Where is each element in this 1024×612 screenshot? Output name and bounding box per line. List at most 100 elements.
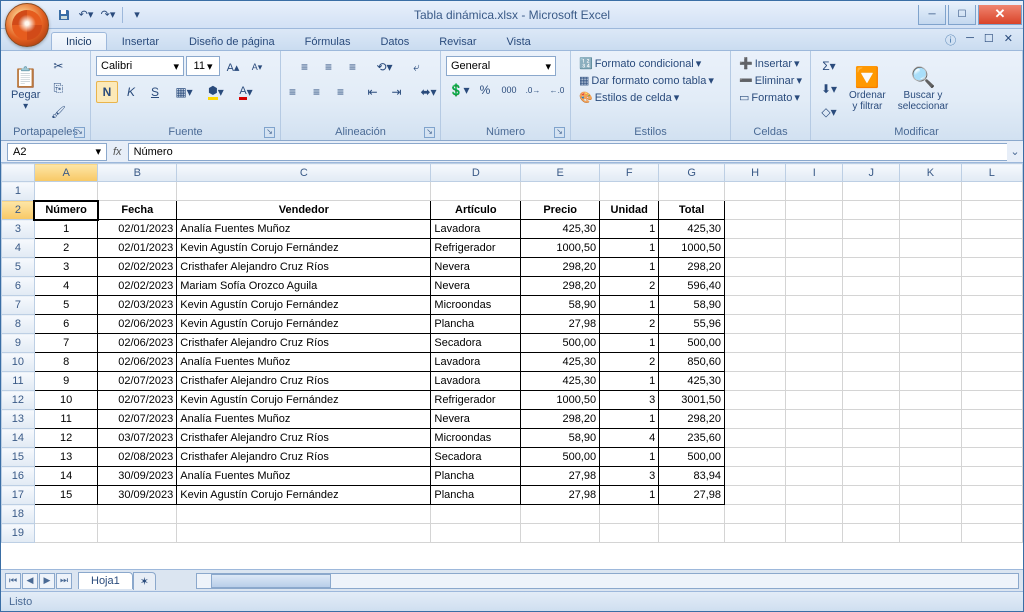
col-header[interactable]: I (786, 164, 843, 182)
cell[interactable] (34, 524, 98, 543)
cell[interactable]: 02/06/2023 (98, 315, 177, 334)
row-header[interactable]: 9 (2, 334, 35, 353)
cell[interactable]: 2 (600, 277, 659, 296)
row-header[interactable]: 4 (2, 239, 35, 258)
cell[interactable]: Refrigerador (431, 391, 521, 410)
cell[interactable] (724, 448, 785, 467)
cell[interactable]: 12 (34, 429, 98, 448)
cell[interactable] (900, 524, 961, 543)
cell[interactable] (786, 372, 843, 391)
sheet-tab[interactable]: Hoja1 (78, 572, 133, 589)
cell[interactable]: Secadora (431, 334, 521, 353)
cell[interactable] (724, 201, 785, 220)
cell[interactable]: 425,30 (521, 353, 600, 372)
cell[interactable] (961, 220, 1022, 239)
col-header[interactable]: E (521, 164, 600, 182)
cell[interactable] (843, 258, 900, 277)
delete-cells-button[interactable]: ➖Eliminar ▾ (736, 72, 805, 89)
col-header[interactable]: D (431, 164, 521, 182)
format-painter-icon[interactable]: 🖌 (47, 101, 69, 123)
tab-inicio[interactable]: Inicio (51, 32, 107, 50)
header-cell[interactable]: Total (659, 201, 725, 220)
cell[interactable] (900, 486, 961, 505)
cell[interactable]: 298,20 (521, 258, 600, 277)
bold-button[interactable]: N (96, 81, 118, 103)
cell[interactable] (843, 353, 900, 372)
cell[interactable]: 1 (600, 486, 659, 505)
cell[interactable] (431, 524, 521, 543)
cell[interactable] (900, 448, 961, 467)
cell[interactable]: Cristhafer Alejandro Cruz Ríos (177, 429, 431, 448)
maximize-button[interactable]: ☐ (948, 5, 976, 25)
office-button[interactable] (5, 3, 49, 47)
cell[interactable] (786, 448, 843, 467)
cell[interactable] (961, 201, 1022, 220)
cell[interactable] (98, 524, 177, 543)
orientation-icon[interactable]: ⟲▾ (374, 56, 396, 78)
merge-cells-icon[interactable]: ⬌▾ (418, 81, 440, 103)
cell[interactable]: 27,98 (521, 467, 600, 486)
cell[interactable]: 02/06/2023 (98, 334, 177, 353)
align-top-icon[interactable]: ≡ (294, 56, 316, 78)
cell[interactable] (843, 201, 900, 220)
qat-customize-icon[interactable]: ▾ (129, 7, 145, 23)
cell[interactable]: 298,20 (521, 277, 600, 296)
col-header[interactable]: C (177, 164, 431, 182)
new-sheet-icon[interactable]: ✶ (133, 572, 156, 590)
cell[interactable]: 58,90 (521, 296, 600, 315)
row-header[interactable]: 14 (2, 429, 35, 448)
cell[interactable] (786, 239, 843, 258)
cell[interactable] (724, 429, 785, 448)
cell[interactable] (177, 505, 431, 524)
cell[interactable]: Lavadora (431, 372, 521, 391)
cell[interactable]: 3 (600, 467, 659, 486)
col-header[interactable]: J (843, 164, 900, 182)
cell[interactable] (786, 486, 843, 505)
cell[interactable]: Plancha (431, 315, 521, 334)
cell[interactable] (724, 486, 785, 505)
cell[interactable]: 1000,50 (521, 239, 600, 258)
cell[interactable] (961, 429, 1022, 448)
col-header[interactable]: G (659, 164, 725, 182)
cell[interactable] (900, 239, 961, 258)
formula-input[interactable]: Número (128, 143, 1007, 161)
sheet-nav-last-icon[interactable]: ⏭ (56, 573, 72, 589)
grow-font-icon[interactable]: A▴ (222, 56, 244, 78)
cell[interactable] (843, 315, 900, 334)
cell[interactable] (724, 372, 785, 391)
sheet-nav-first-icon[interactable]: ⏮ (5, 573, 21, 589)
cell[interactable] (724, 182, 785, 201)
cell[interactable]: 298,20 (521, 410, 600, 429)
cell[interactable] (724, 258, 785, 277)
fill-icon[interactable]: ⬇▾ (816, 78, 842, 100)
paste-button[interactable]: 📋 Pegar▾ (6, 62, 45, 115)
cell[interactable]: 27,98 (659, 486, 725, 505)
cell[interactable] (961, 505, 1022, 524)
header-cell[interactable]: Vendedor (177, 201, 431, 220)
cell[interactable]: Secadora (431, 448, 521, 467)
cell[interactable] (98, 182, 177, 201)
row-header[interactable]: 15 (2, 448, 35, 467)
clear-icon[interactable]: ◇▾ (816, 101, 842, 123)
cell[interactable]: Kevin Agustín Corujo Fernández (177, 239, 431, 258)
cell[interactable] (843, 448, 900, 467)
cell[interactable]: 1 (600, 258, 659, 277)
row-header[interactable]: 13 (2, 410, 35, 429)
sort-filter-button[interactable]: 🔽 Ordenar y filtrar (844, 62, 891, 115)
help-icon[interactable]: ⓘ (945, 32, 956, 48)
copy-icon[interactable]: ⎘ (47, 78, 69, 100)
align-right-icon[interactable]: ≡ (330, 81, 352, 103)
cell[interactable] (900, 410, 961, 429)
cell[interactable] (786, 524, 843, 543)
cell[interactable] (786, 467, 843, 486)
cell[interactable] (961, 315, 1022, 334)
borders-button[interactable]: ▦▾ (173, 81, 195, 103)
cell[interactable] (724, 296, 785, 315)
cell[interactable] (786, 410, 843, 429)
cell[interactable] (600, 505, 659, 524)
clipboard-launcher-icon[interactable]: ↘ (74, 127, 85, 138)
cell[interactable]: Nevera (431, 410, 521, 429)
tab-insertar[interactable]: Insertar (107, 32, 174, 50)
cell[interactable]: Lavadora (431, 353, 521, 372)
cell[interactable]: 1 (34, 220, 98, 239)
